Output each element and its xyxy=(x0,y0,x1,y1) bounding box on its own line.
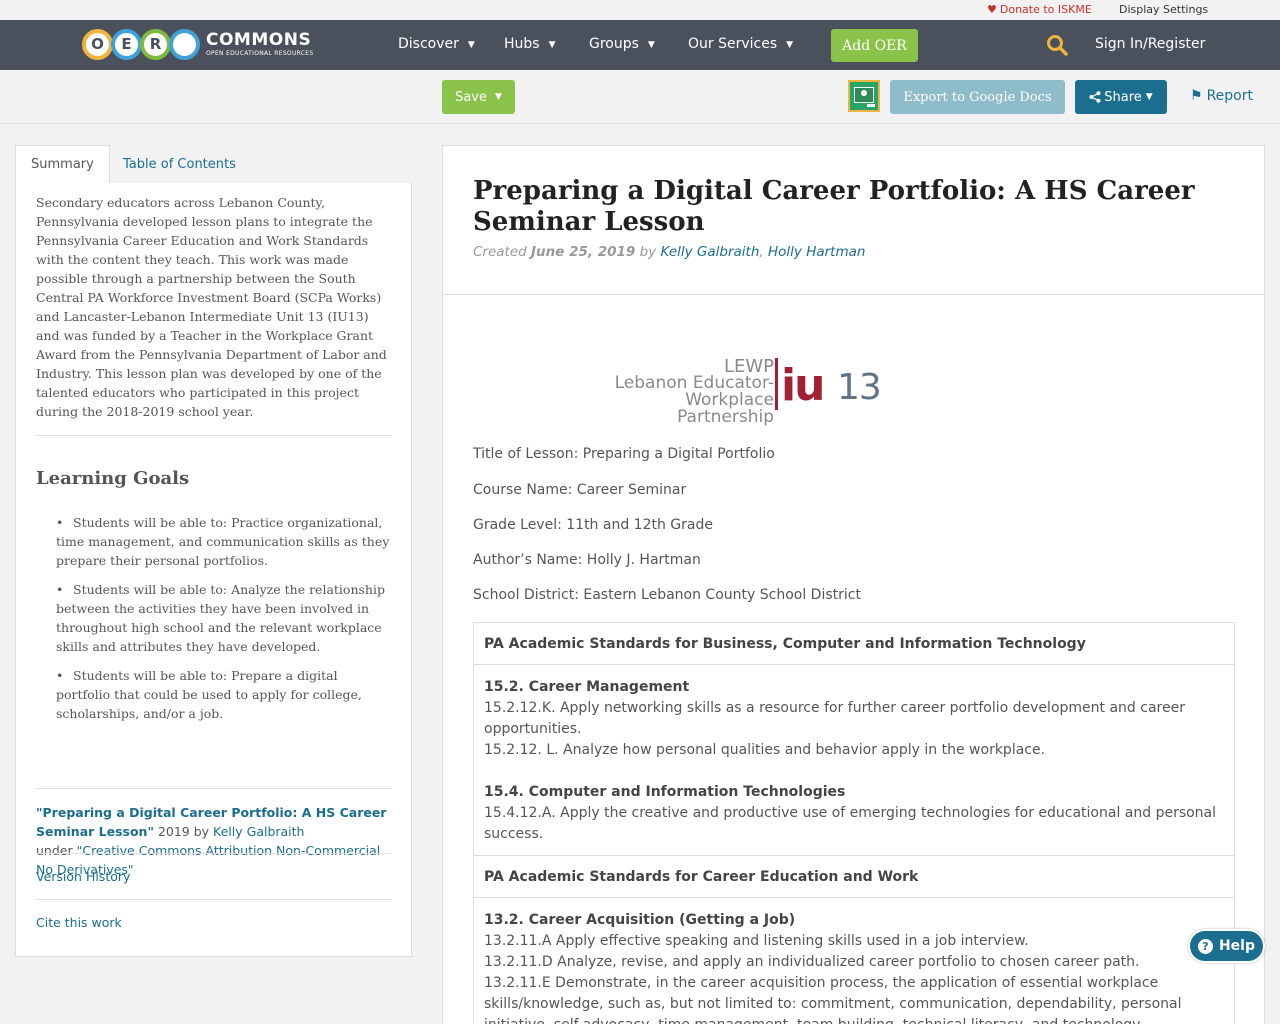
flag-icon: ⚑ xyxy=(1190,88,1203,104)
divider xyxy=(36,853,392,854)
question-icon: ? xyxy=(1197,938,1213,954)
caret-down-icon: ▼ xyxy=(495,92,502,102)
resource-meta: Created June 25, 2019 by Kelly Galbraith… xyxy=(473,244,866,260)
list-item: • Students will be able to: Practice orga… xyxy=(56,515,390,568)
course-name-field: Course Name: Career Seminar xyxy=(473,482,687,498)
caret-down-icon: ▼ xyxy=(1145,92,1153,102)
sidebar-panel: Secondary educators across Lebanon Count… xyxy=(15,183,412,957)
logo-name: COMMONS xyxy=(206,29,312,50)
resource-sidebar: Summary Table of Contents Secondary educ… xyxy=(15,145,412,957)
save-button[interactable]: Save ▼ xyxy=(442,80,515,114)
logo-letter-r: R xyxy=(140,28,171,60)
share-button[interactable]: Share ▼ xyxy=(1075,80,1167,114)
bullet-icon: • xyxy=(56,582,64,597)
chevron-down-icon: ▼ xyxy=(647,40,655,50)
share-icon xyxy=(1089,91,1101,103)
sign-in-register-link[interactable]: Sign In/Register xyxy=(1095,36,1205,52)
school-district-field: School District: Eastern Lebanon County … xyxy=(473,587,861,603)
learning-goals-heading: Learning Goals xyxy=(36,468,190,489)
nav-discover[interactable]: Discover ▼ xyxy=(398,36,475,52)
display-settings-link[interactable]: Display Settings xyxy=(1119,3,1208,16)
main-nav: O E R COMMONS OPEN EDUCATIONAL RESOURCES… xyxy=(0,20,1280,70)
standards-table: PA Academic Standards for Business, Comp… xyxy=(473,622,1235,1024)
logo-letter-o: O xyxy=(82,28,113,60)
tab-table-of-contents[interactable]: Table of Contents xyxy=(108,145,251,184)
export-google-docs-button[interactable]: Export to Google Docs xyxy=(890,80,1065,114)
report-link[interactable]: ⚑ Report xyxy=(1190,88,1253,104)
author-link[interactable]: Kelly Galbraith xyxy=(660,244,759,260)
author-name-field: Author’s Name: Holly J. Hartman xyxy=(473,552,701,568)
nav-our-services[interactable]: Our Services ▼ xyxy=(688,36,793,52)
nav-groups[interactable]: Groups ▼ xyxy=(589,36,655,52)
divider xyxy=(36,899,392,900)
divider xyxy=(36,788,392,789)
table-row: 13.2. Career Acquisition (Getting a Job)… xyxy=(474,898,1234,1024)
table-header: PA Academic Standards for Career Educati… xyxy=(474,856,1234,898)
author-link[interactable]: Kelly Galbraith xyxy=(213,824,304,839)
add-oer-button[interactable]: Add OER xyxy=(831,29,918,62)
chevron-down-icon: ▼ xyxy=(548,40,556,50)
cite-this-work-link[interactable]: Cite this work xyxy=(36,915,122,930)
grade-level-field: Grade Level: 11th and 12th Grade xyxy=(473,517,713,533)
oer-commons-logo[interactable]: O E R COMMONS OPEN EDUCATIONAL RESOURCES xyxy=(82,26,314,62)
logo-letter-e: E xyxy=(111,28,142,60)
tab-summary[interactable]: Summary xyxy=(15,145,110,184)
list-item: • Students will be able to: Analyze the r… xyxy=(56,582,385,654)
search-icon[interactable] xyxy=(1046,34,1068,56)
nav-hubs[interactable]: Hubs ▼ xyxy=(504,36,556,52)
divider xyxy=(36,435,392,436)
chevron-down-icon: ▼ xyxy=(786,40,794,50)
table-header: PA Academic Standards for Business, Comp… xyxy=(474,623,1234,665)
divider xyxy=(443,294,1264,295)
heart-icon: ♥ xyxy=(987,3,997,16)
version-history-link[interactable]: Version History xyxy=(36,869,130,884)
logo-text: COMMONS OPEN EDUCATIONAL RESOURCES xyxy=(206,29,314,57)
created-date: June 25, 2019 xyxy=(531,244,636,260)
help-button[interactable]: ? Help xyxy=(1188,929,1265,963)
google-classroom-icon[interactable] xyxy=(848,80,880,112)
donate-link[interactable]: ♥ Donate to ISKME xyxy=(987,3,1092,16)
summary-text: Secondary educators across Lebanon Count… xyxy=(36,195,387,419)
chevron-down-icon: ▼ xyxy=(467,40,475,50)
resource-toolbar: Save ▼ Export to Google Docs Share ▼ ⚑ Repo… xyxy=(0,70,1280,124)
bullet-icon: • xyxy=(56,668,64,683)
logo-ring xyxy=(169,28,200,60)
list-item: • Students will be able to: Prepare a dig… xyxy=(56,668,362,721)
author-link[interactable]: Holly Hartman xyxy=(768,244,865,260)
sidebar-tabs: Summary Table of Contents xyxy=(15,145,412,184)
page-title: Preparing a Digital Career Portfolio: A … xyxy=(473,176,1195,237)
learning-goals-list: • Students will be able to: Practice orga… xyxy=(36,513,392,733)
attribution: "Preparing a Digital Career Portfolio: A… xyxy=(36,805,387,877)
logo-tagline: OPEN EDUCATIONAL RESOURCES xyxy=(206,49,314,57)
resource-content: Preparing a Digital Career Portfolio: A … xyxy=(442,145,1265,1024)
lesson-title-field: Title of Lesson: Preparing a Digital Por… xyxy=(473,446,775,462)
table-row: 15.2. Career Management 15.2.12.K. Apply… xyxy=(474,665,1234,856)
lewp-iu13-logo: LEWP Lebanon Educator- Workplace Partner… xyxy=(614,356,882,427)
utility-bar: ♥ Donate to ISKME Display Settings xyxy=(0,0,1280,20)
bullet-icon: • xyxy=(56,515,64,530)
